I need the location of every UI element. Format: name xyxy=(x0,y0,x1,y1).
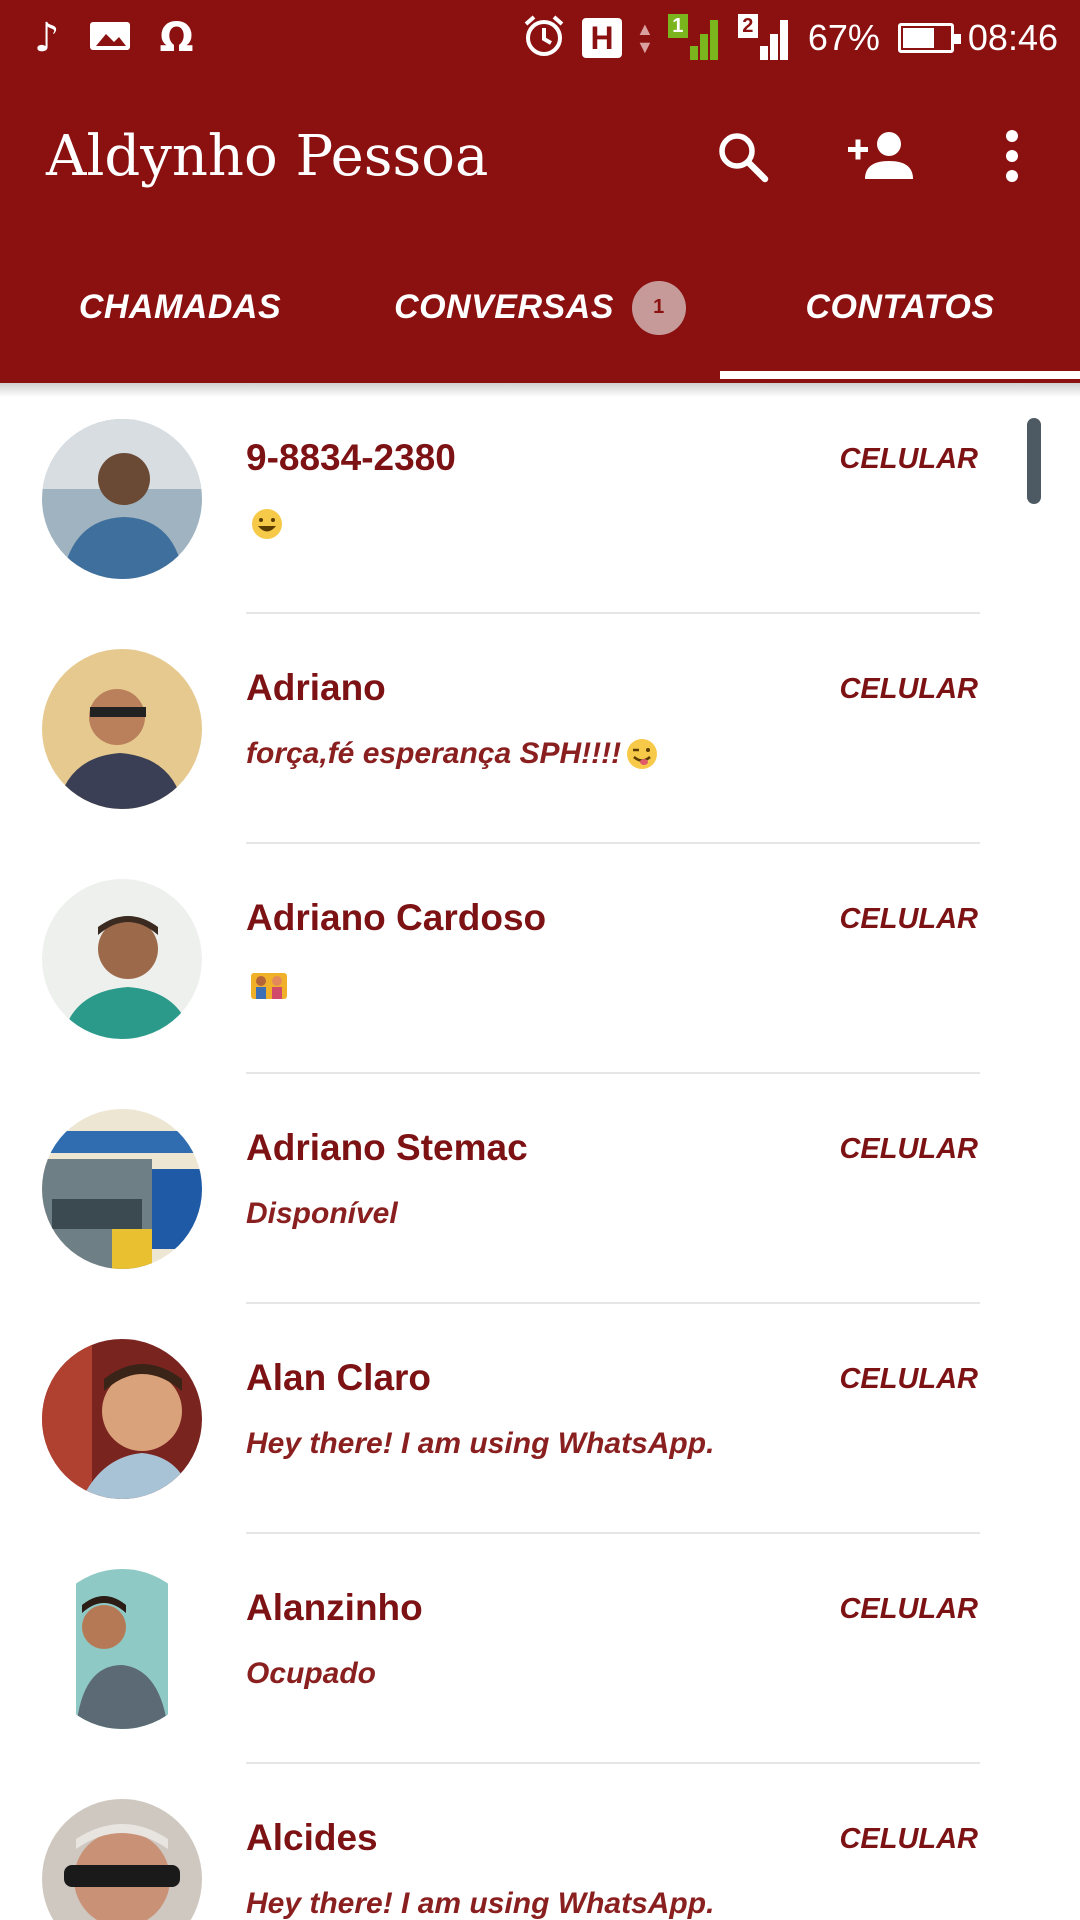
avatar[interactable] xyxy=(42,1569,202,1729)
contact-name: Alcides xyxy=(246,1817,378,1858)
network-h-icon: H xyxy=(582,18,623,58)
tab-contatos[interactable]: CONTATOS xyxy=(760,255,1040,360)
contact-status: Hey there! I am using WhatsApp. xyxy=(246,1427,714,1461)
list-item[interactable]: 9-8834-2380 CELULAR xyxy=(0,397,1080,627)
list-item[interactable]: Alcides CELULAR Hey there! I am using Wh… xyxy=(0,1777,1080,1920)
contact-status xyxy=(246,507,284,541)
app-bar: Aldynho Pessoa xyxy=(0,100,1080,210)
status-text: Hey there! I am using WhatsApp. xyxy=(246,1887,715,1920)
battery-percent: 67% xyxy=(807,17,880,58)
phone-type: CELULAR xyxy=(839,443,978,475)
phone-type: CELULAR xyxy=(839,903,978,935)
search-icon xyxy=(719,133,769,183)
status-text: força,fé esperança SPH!!!! xyxy=(246,737,622,770)
image-icon xyxy=(88,18,132,59)
contact-name: Adriano Stemac xyxy=(246,1127,528,1168)
contact-name: Alan Claro xyxy=(246,1357,432,1398)
tab-label: CONTATOS xyxy=(805,288,995,326)
contact-status: Ocupado xyxy=(246,1657,376,1691)
status-text: Disponível xyxy=(246,1197,398,1230)
add-contact-icon xyxy=(848,132,913,179)
contact-list[interactable]: 9-8834-2380 CELULAR Adriano CELULAR forç… xyxy=(0,397,1080,1920)
tab-label: CHAMADAS xyxy=(78,288,282,326)
clock: 08:46 xyxy=(967,17,1058,58)
app-title: Aldynho Pessoa xyxy=(46,124,489,189)
scrollbar[interactable] xyxy=(1027,418,1041,504)
search-button[interactable] xyxy=(704,118,780,194)
divider xyxy=(246,1762,980,1764)
divider xyxy=(246,1072,980,1074)
divider xyxy=(246,1302,980,1304)
add-contact-button[interactable] xyxy=(843,118,919,194)
music-note-icon: ♪ xyxy=(34,15,60,61)
contact-status: força,fé esperança SPH!!!! xyxy=(246,737,659,771)
active-tab-indicator xyxy=(720,371,1080,379)
tab-label: CONVERSAS xyxy=(394,288,614,326)
alarm-icon xyxy=(520,12,568,65)
sim1-signal-icon: 1 xyxy=(667,14,724,62)
sim2-signal-icon: 2 xyxy=(737,14,794,62)
phone-type: CELULAR xyxy=(839,1823,978,1855)
status-text: Ocupado xyxy=(246,1657,377,1690)
phone-type: CELULAR xyxy=(839,673,978,705)
phone-type: CELULAR xyxy=(839,1133,978,1165)
status-bar: ♪ Ω H ▲ ▼ 1 2 67% 08:46 xyxy=(0,0,1080,76)
contact-status: Hey there! I am using WhatsApp. xyxy=(246,1887,714,1920)
avatar[interactable] xyxy=(42,1339,202,1499)
contact-status: Disponível xyxy=(246,1197,398,1231)
contact-name: Adriano Cardoso xyxy=(246,897,547,938)
avatar[interactable] xyxy=(42,419,202,579)
overflow-menu-icon xyxy=(1006,130,1018,182)
battery-icon xyxy=(897,23,961,53)
tab-chamadas[interactable]: CHAMADAS xyxy=(40,255,320,360)
tab-conversas[interactable]: CONVERSAS 1 xyxy=(370,255,710,360)
phone-type: CELULAR xyxy=(839,1363,978,1395)
unread-badge: 1 xyxy=(631,280,686,335)
list-item[interactable]: Adriano Stemac CELULAR Disponível xyxy=(0,1087,1080,1317)
contact-name: 9-8834-2380 xyxy=(246,437,456,478)
list-item[interactable]: Alanzinho CELULAR Ocupado xyxy=(0,1547,1080,1777)
divider xyxy=(246,612,980,614)
avatar[interactable] xyxy=(42,879,202,1039)
headphones-icon: Ω xyxy=(159,15,194,61)
contact-name: Alanzinho xyxy=(246,1587,423,1628)
sim1-label: 1 xyxy=(667,14,688,38)
divider xyxy=(246,842,980,844)
app-header: ♪ Ω H ▲ ▼ 1 2 67% 08:46 Aldynho Pessoa C… xyxy=(0,0,1080,383)
phone-type: CELULAR xyxy=(839,1593,978,1625)
family-emoji-icon xyxy=(251,973,287,999)
contact-name: Adriano xyxy=(246,667,386,708)
divider xyxy=(246,1532,980,1534)
header-shadow xyxy=(0,383,1080,397)
tab-bar: CHAMADAS CONVERSAS 1 CONTATOS xyxy=(0,255,1080,383)
data-activity-icon: ▲ ▼ xyxy=(636,19,654,57)
avatar[interactable] xyxy=(42,1109,202,1269)
winking-tongue-emoji-icon xyxy=(627,739,658,769)
sim2-label: 2 xyxy=(737,14,758,38)
grinning-emoji-icon xyxy=(252,509,282,539)
list-item[interactable]: Adriano CELULAR força,fé esperança SPH!!… xyxy=(0,627,1080,857)
avatar[interactable] xyxy=(42,1799,202,1920)
overflow-menu-button[interactable] xyxy=(974,118,1050,194)
avatar[interactable] xyxy=(42,649,202,809)
list-item[interactable]: Alan Claro CELULAR Hey there! I am using… xyxy=(0,1317,1080,1547)
status-text: Hey there! I am using WhatsApp. xyxy=(246,1427,715,1460)
list-item[interactable]: Adriano Cardoso CELULAR xyxy=(0,857,1080,1087)
contact-status xyxy=(246,967,288,1001)
